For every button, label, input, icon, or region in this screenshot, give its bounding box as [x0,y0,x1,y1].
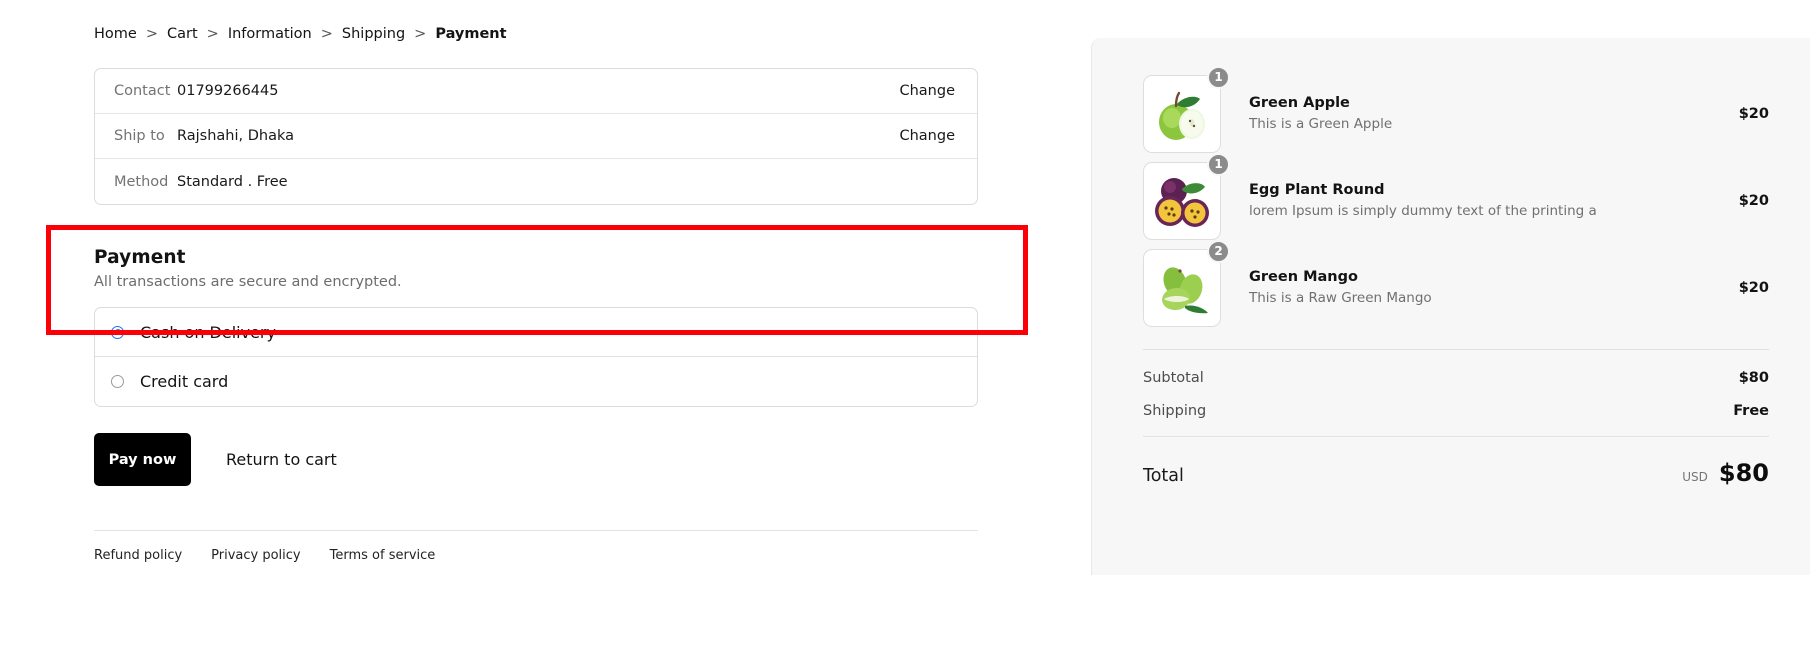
order-line-item: 1 Green Apple This is a Green Apple $20 [1143,65,1769,157]
refund-policy-link[interactable]: Refund policy [94,548,182,563]
product-description: This is a Green Apple [1249,116,1393,132]
total-label: Total [1143,466,1184,486]
checkout-actions: Pay now Return to cart [94,433,978,486]
breadcrumb-item-cart[interactable]: Cart [167,26,198,42]
breadcrumb-item-home[interactable]: Home [94,26,137,42]
breadcrumb-separator: > [414,26,427,42]
product-text: Egg Plant Round lorem Ipsum is simply du… [1249,182,1739,219]
policy-footer: Refund policy Privacy policy Terms of se… [94,530,978,563]
total-value: $80 [1718,459,1769,487]
order-summary-panel: 1 Green Apple This is a Green Apple $20 [1091,38,1810,575]
ship-to-value: Rajshahi, Dhaka [177,128,295,144]
product-description: This is a Raw Green Mango [1249,290,1432,306]
subtotal-value: $80 [1738,370,1769,386]
product-price: $20 [1738,105,1769,122]
method-value: Standard . Free [177,173,288,190]
privacy-policy-link[interactable]: Privacy policy [211,548,300,563]
product-thumbnail-wrap: 2 [1143,239,1230,327]
green-apple-image [1143,74,1221,153]
subtotal-row: Subtotal $80 [1143,370,1769,386]
product-name: Green Mango [1249,269,1358,285]
payment-title: Payment [94,247,186,268]
checkout-left-column: Contact 01799266445 Change Ship to Rajsh… [46,68,1028,563]
product-price: $20 [1738,279,1769,296]
total-currency: USD [1682,470,1708,484]
breadcrumb-item-shipping[interactable]: Shipping [342,26,405,42]
payment-method-cash-on-delivery[interactable]: Cash on Delivery [95,308,977,357]
order-info-card: Contact 01799266445 Change Ship to Rajsh… [94,68,978,205]
payment-method-label: Cash on Delivery [140,322,276,342]
quantity-badge: 1 [1207,152,1230,176]
payment-section: Payment All transactions are secure and … [46,225,1028,407]
change-ship-to-link[interactable]: Change [899,128,955,144]
radio-selected-icon[interactable] [111,325,124,339]
product-text: Green Mango This is a Raw Green Mango [1249,269,1739,306]
terms-of-service-link[interactable]: Terms of service [330,548,436,563]
product-name: Green Apple [1249,95,1350,111]
ship-to-label: Ship to [114,128,165,144]
breadcrumb-item-information[interactable]: Information [228,26,312,42]
contact-label: Contact [114,83,171,99]
order-line-item: 2 Green Mango This is a Raw Green Mango … [1143,239,1769,331]
order-line-item: 1 Egg Plant Round lorem Ipsum is simply … [1143,152,1769,244]
info-row-method: Method Standard . Free [95,159,977,204]
grand-total-divider: Total USD $80 [1143,436,1769,487]
payment-subtitle: All transactions are secure and encrypte… [94,274,402,290]
breadcrumb-item-payment: Payment [435,26,507,42]
return-to-cart-link[interactable]: Return to cart [226,450,337,469]
breadcrumb-separator: > [145,26,158,42]
shipping-row: Shipping Free [1143,403,1769,419]
checkout-page: Home > Cart > Information > Shipping > P… [0,0,1810,655]
total-amount-group: USD $80 [1682,459,1769,487]
radio-unselected-icon[interactable] [111,375,124,388]
grand-total-row: Total USD $80 [1143,459,1769,487]
green-mango-image [1143,248,1221,327]
product-text: Green Apple This is a Green Apple [1249,95,1739,132]
pay-now-button[interactable]: Pay now [94,433,191,486]
info-row-contact: Contact 01799266445 Change [95,69,977,114]
summary-divider: Subtotal $80 Shipping Free [1143,349,1769,419]
breadcrumb-separator: > [206,26,219,42]
contact-value: 01799266445 [177,83,279,99]
product-price: $20 [1738,192,1769,209]
egg-plant-round-image [1143,161,1221,240]
quantity-badge: 1 [1207,65,1230,89]
shipping-label: Shipping [1143,403,1207,419]
product-description: lorem Ipsum is simply dummy text of the … [1249,203,1597,219]
shipping-value: Free [1733,403,1769,419]
breadcrumb-separator: > [320,26,333,42]
breadcrumb: Home > Cart > Information > Shipping > P… [94,26,507,42]
product-thumbnail-wrap: 1 [1143,152,1230,240]
method-label: Method [114,173,169,190]
info-row-ship-to: Ship to Rajshahi, Dhaka Change [95,114,977,159]
quantity-badge: 2 [1207,239,1230,263]
subtotal-label: Subtotal [1143,370,1204,386]
payment-method-credit-card[interactable]: Credit card [95,357,977,406]
payment-method-list: Cash on Delivery Credit card [94,307,978,407]
product-name: Egg Plant Round [1249,182,1385,198]
payment-method-label: Credit card [140,372,229,391]
change-contact-link[interactable]: Change [899,83,955,99]
product-thumbnail-wrap: 1 [1143,65,1230,153]
